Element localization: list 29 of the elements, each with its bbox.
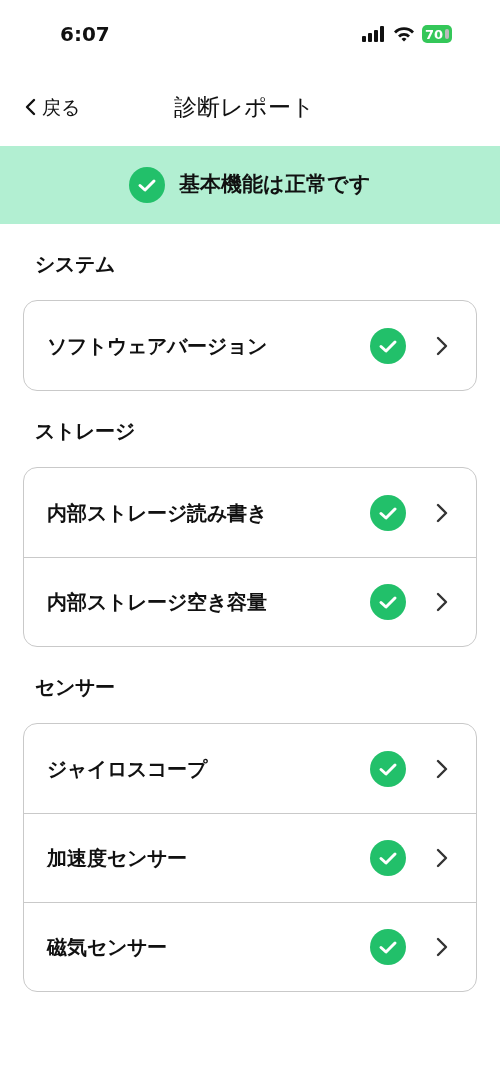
- signal-icon: [361, 26, 386, 42]
- chevron-right-icon: [436, 335, 448, 356]
- back-button[interactable]: 戻る: [24, 92, 80, 122]
- section-header: システム: [35, 251, 115, 278]
- row-label: ジャイロスコープ: [47, 755, 209, 783]
- banner-text: 基本機能は正常です: [179, 171, 371, 199]
- list-row[interactable]: 加速度センサー: [24, 813, 476, 902]
- row-label: 内部ストレージ読み書き: [47, 499, 268, 527]
- list-row[interactable]: 内部ストレージ空き容量: [24, 557, 476, 646]
- wifi-icon: [392, 26, 415, 42]
- row-label: ソフトウェアバージョン: [47, 332, 268, 360]
- page-title: 診断レポート: [174, 92, 315, 122]
- section-header: センサー: [35, 674, 115, 701]
- chevron-right-icon: [436, 848, 448, 868]
- status-time: 6:07: [60, 21, 110, 48]
- row-label: 加速度センサー: [47, 845, 188, 872]
- row-label: 磁気センサー: [47, 934, 168, 961]
- section-header: ストレージ: [35, 418, 135, 445]
- list-row[interactable]: 磁気センサー: [24, 902, 476, 991]
- chevron-right-icon: [436, 502, 448, 523]
- list-row[interactable]: ソフトウェアバージョン: [24, 301, 476, 390]
- chevron-right-icon: [436, 592, 448, 612]
- list-row[interactable]: ジャイロスコープ: [24, 724, 476, 813]
- chevron-right-icon: [436, 937, 448, 957]
- list-row[interactable]: 内部ストレージ読み書き: [24, 468, 476, 557]
- chevron-right-icon: [436, 758, 448, 779]
- row-label: 内部ストレージ空き容量: [47, 589, 268, 616]
- battery-indicator: 70: [421, 25, 452, 43]
- chevron-left-icon: [24, 98, 36, 116]
